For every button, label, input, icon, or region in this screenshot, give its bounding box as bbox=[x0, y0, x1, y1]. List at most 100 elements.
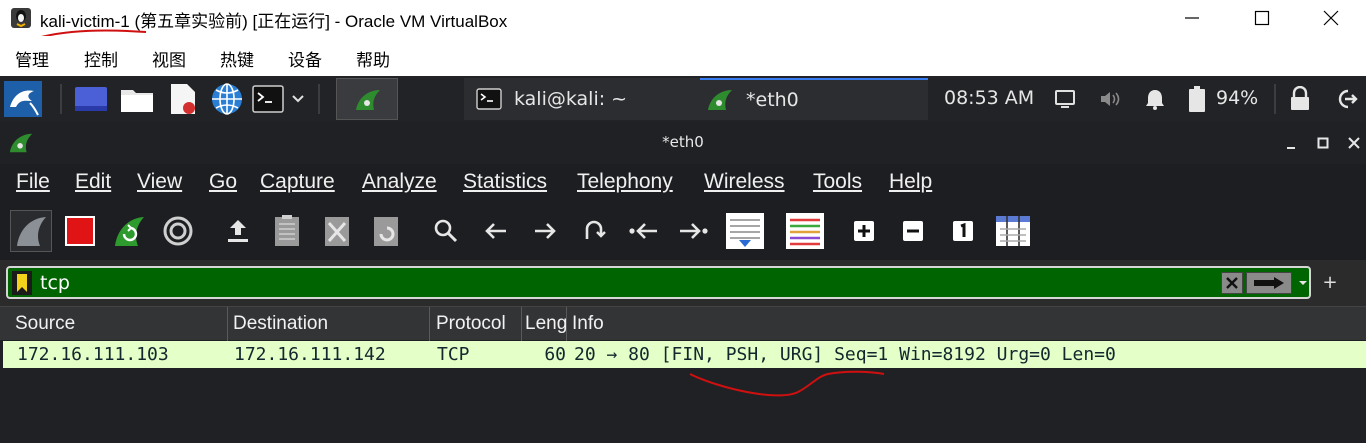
text-editor-icon[interactable] bbox=[168, 83, 198, 115]
menu-telephony[interactable]: Telephony bbox=[577, 170, 673, 194]
arrow-left-icon bbox=[485, 223, 506, 239]
filter-bookmark-button[interactable] bbox=[12, 271, 32, 295]
vbox-menu-manage[interactable]: 管理 bbox=[15, 46, 49, 71]
terminal-icon bbox=[476, 88, 502, 110]
close-button[interactable] bbox=[1296, 0, 1366, 36]
restart-capture-button[interactable] bbox=[108, 210, 150, 252]
menu-go[interactable]: Go bbox=[209, 170, 237, 194]
save-file-button[interactable] bbox=[266, 210, 308, 252]
taskbar-terminal-label: kali@kali: ~ bbox=[514, 88, 628, 110]
panel-separator bbox=[60, 84, 62, 114]
column-header-protocol[interactable]: Protocol bbox=[431, 307, 522, 341]
vbox-menu-control[interactable]: 控制 bbox=[84, 46, 118, 71]
menu-analyze[interactable]: Analyze bbox=[362, 170, 437, 194]
logout-icon[interactable] bbox=[1334, 87, 1358, 111]
kali-menu-icon[interactable] bbox=[4, 81, 42, 117]
zoom-out-button[interactable] bbox=[892, 210, 934, 252]
display-filter-bar bbox=[6, 266, 1311, 299]
stop-icon bbox=[65, 216, 95, 246]
clock[interactable]: 08:53 AM bbox=[944, 87, 1034, 109]
menu-edit[interactable]: Edit bbox=[75, 170, 111, 194]
reload-file-button[interactable] bbox=[365, 210, 407, 252]
column-header-source[interactable]: Source bbox=[10, 307, 228, 341]
workspace-wireshark-button[interactable] bbox=[336, 78, 398, 120]
menu-statistics[interactable]: Statistics bbox=[463, 170, 547, 194]
go-forward-button[interactable] bbox=[524, 210, 566, 252]
taskbar-terminal-button[interactable]: kali@kali: ~ bbox=[464, 78, 700, 120]
colorize-button[interactable] bbox=[782, 210, 828, 252]
filter-apply-button[interactable] bbox=[1246, 272, 1292, 294]
resize-columns-button[interactable] bbox=[992, 210, 1034, 252]
zoom-in-button[interactable] bbox=[843, 210, 885, 252]
vbox-menu-help[interactable]: 帮助 bbox=[356, 46, 390, 71]
menu-capture[interactable]: Capture bbox=[260, 170, 335, 194]
go-to-packet-button[interactable] bbox=[573, 210, 615, 252]
last-packet-button[interactable] bbox=[672, 210, 714, 252]
notification-bell-icon[interactable] bbox=[1144, 87, 1166, 111]
restart-icon bbox=[115, 217, 144, 246]
open-file-button[interactable] bbox=[217, 210, 259, 252]
filter-clear-button[interactable] bbox=[1221, 272, 1243, 294]
vbox-menu-devices[interactable]: 设备 bbox=[288, 46, 322, 71]
vbox-menubar: 管理 控制 视图 热键 设备 帮助 bbox=[0, 36, 1366, 76]
display-filter-input[interactable] bbox=[40, 271, 1220, 295]
chevron-down-icon[interactable] bbox=[291, 93, 305, 105]
column-header-info[interactable]: Info bbox=[567, 307, 1366, 341]
menu-view[interactable]: View bbox=[137, 170, 182, 194]
wireshark-main-toolbar bbox=[0, 202, 1366, 260]
close-file-button[interactable] bbox=[316, 210, 358, 252]
packet-info: 20 → 80 [FIN, PSH, URG] Seq=1 Win=8192 U… bbox=[574, 344, 1116, 365]
resize-columns-icon bbox=[996, 216, 1030, 246]
taskbar-wireshark-button[interactable]: *eth0 bbox=[700, 78, 928, 120]
maximize-icon[interactable] bbox=[1316, 136, 1330, 150]
close-icon bbox=[1323, 10, 1339, 26]
volume-icon[interactable] bbox=[1098, 87, 1122, 111]
column-header-length[interactable]: Leng bbox=[522, 307, 567, 341]
capture-options-button[interactable] bbox=[157, 210, 199, 252]
arrow-right-icon bbox=[535, 223, 556, 239]
go-back-button[interactable] bbox=[475, 210, 517, 252]
maximize-icon bbox=[1254, 10, 1270, 26]
normal-size-icon bbox=[953, 221, 973, 241]
filter-history-dropdown[interactable] bbox=[1295, 271, 1311, 295]
find-packet-button[interactable] bbox=[425, 210, 467, 252]
panel-separator bbox=[318, 84, 320, 114]
wireshark-fin-icon bbox=[356, 90, 380, 110]
packet-list: Source Destination Protocol Leng Info 17… bbox=[0, 306, 1366, 443]
display-icon[interactable] bbox=[1054, 88, 1076, 110]
red-underline-annotation bbox=[689, 370, 885, 397]
packet-length: 60 bbox=[544, 344, 566, 365]
stop-capture-button[interactable] bbox=[59, 210, 101, 252]
clear-icon bbox=[1226, 277, 1238, 289]
battery-icon[interactable] bbox=[1187, 85, 1207, 113]
packet-row[interactable]: 172.16.111.103 172.16.111.142 TCP 60 20 … bbox=[3, 341, 1366, 368]
menu-help[interactable]: Help bbox=[889, 170, 932, 194]
web-browser-icon[interactable] bbox=[210, 82, 244, 116]
close-icon[interactable] bbox=[1347, 136, 1361, 150]
minimize-button[interactable] bbox=[1157, 0, 1227, 36]
column-header-destination[interactable]: Destination bbox=[228, 307, 430, 341]
menu-wireless[interactable]: Wireless bbox=[704, 170, 785, 194]
wireshark-titlebar: *eth0 bbox=[0, 122, 1366, 164]
wireshark-menubar: File Edit View Go Capture Analyze Statis… bbox=[0, 164, 1366, 202]
menu-file[interactable]: File bbox=[16, 170, 50, 194]
vbox-menu-hotkey[interactable]: 热键 bbox=[220, 46, 254, 71]
first-packet-button[interactable] bbox=[623, 210, 665, 252]
menu-tools[interactable]: Tools bbox=[813, 170, 862, 194]
minimize-icon[interactable] bbox=[1284, 137, 1298, 151]
wireshark-fin-icon bbox=[708, 90, 732, 110]
reload-icon bbox=[374, 217, 398, 246]
add-filter-button-plus-icon[interactable]: + bbox=[1318, 270, 1342, 294]
lock-screen-icon[interactable] bbox=[1289, 86, 1311, 112]
start-capture-button[interactable] bbox=[10, 210, 52, 252]
normal-size-button[interactable] bbox=[942, 210, 984, 252]
terminal-launcher-icon[interactable] bbox=[252, 85, 284, 113]
packet-destination: 172.16.111.142 bbox=[234, 344, 386, 365]
vbox-menu-view[interactable]: 视图 bbox=[152, 46, 186, 71]
auto-scroll-icon bbox=[726, 213, 764, 249]
maximize-button[interactable] bbox=[1227, 0, 1297, 36]
show-desktop-icon[interactable] bbox=[74, 84, 108, 114]
file-manager-icon[interactable] bbox=[120, 84, 154, 114]
battery-percentage: 94% bbox=[1216, 87, 1259, 109]
auto-scroll-button[interactable] bbox=[722, 210, 768, 252]
